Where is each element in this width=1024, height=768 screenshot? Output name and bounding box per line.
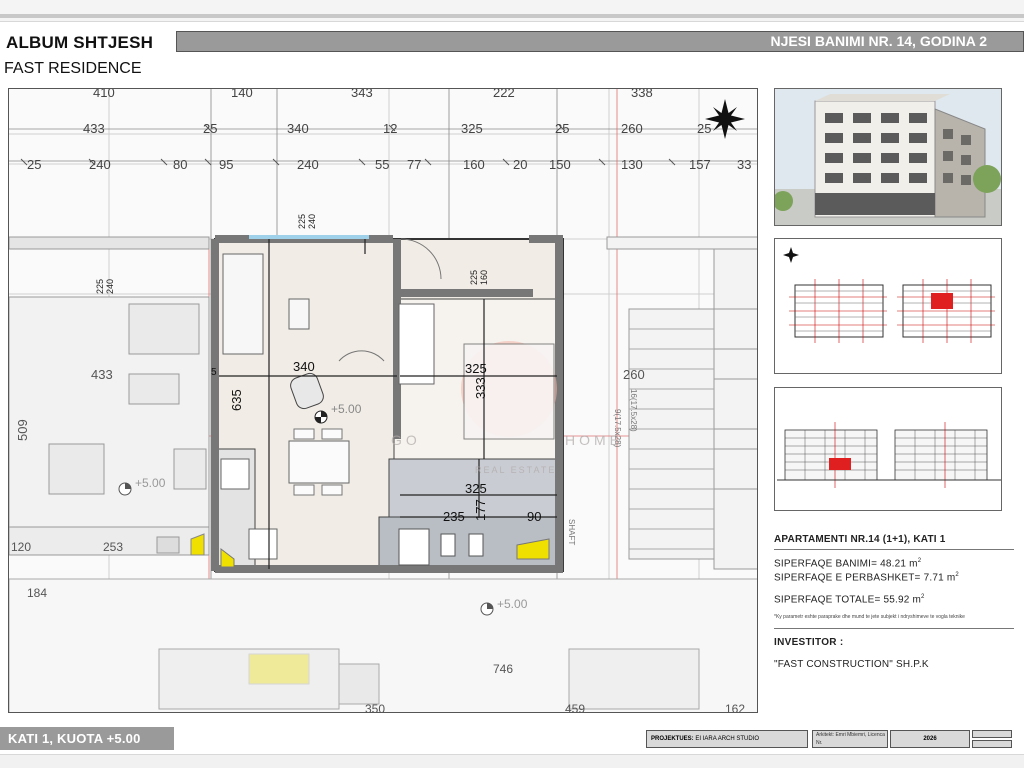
dim-row3-6: 77 — [407, 157, 421, 172]
dim-325-a: 325 — [465, 361, 487, 376]
svg-text:+5.00: +5.00 — [497, 597, 528, 611]
floor-level-label: KATI 1, KUOTA +5.00 — [0, 727, 174, 750]
floor-plan-drawing[interactable]: 410 140 343 222 338 433 25 340 12 325 25… — [8, 88, 758, 713]
dim-row3-11: 157 — [689, 157, 711, 172]
dim-333: 333 — [473, 377, 488, 399]
dim-row3-10: 130 — [621, 157, 643, 172]
dim-row3-5: 55 — [375, 157, 389, 172]
watermark-go: GO — [391, 432, 421, 448]
dim-row3-3: 95 — [219, 157, 233, 172]
area-common-value: 7.71 m — [923, 572, 956, 584]
dim-row2-7: 25 — [697, 121, 711, 136]
dim-row3-7: 160 — [463, 157, 485, 172]
dim-90: 90 — [527, 509, 541, 524]
dim-177: 177 — [473, 499, 488, 521]
dim-row3-2: 80 — [173, 157, 187, 172]
building-render-image — [774, 88, 1002, 226]
dim-350: 350 — [365, 702, 385, 713]
dim-235: 235 — [443, 509, 465, 524]
divider — [774, 549, 1014, 550]
dim-row3-12: 33 — [737, 157, 751, 172]
dim-row2-2: 340 — [287, 121, 309, 136]
project-label: PROJEKTUES: — [651, 736, 694, 742]
dim-row1-1: 140 — [231, 89, 253, 100]
year-cell: 2026 — [890, 730, 970, 748]
divider — [774, 627, 1014, 629]
dim-240-225-top-b: 225 — [297, 214, 307, 229]
north-arrow-icon — [783, 247, 799, 263]
dim-746: 746 — [493, 662, 513, 676]
area-note: *Ky parametr eshte paraprake dhe mund te… — [774, 613, 965, 620]
album-subtitle: FAST RESIDENCE — [4, 60, 142, 77]
unit-section-highlight — [829, 458, 851, 470]
unit-14-floorplan — [211, 235, 564, 573]
dim-340: 340 — [293, 359, 315, 374]
album-title: ALBUM SHTJESH — [6, 33, 154, 52]
sheet-cell-top — [972, 730, 1012, 738]
dim-row2-6: 260 — [621, 121, 643, 136]
dim-184: 184 — [27, 586, 47, 600]
dim-row3-9: 150 — [549, 157, 571, 172]
dim-162: 162 — [725, 702, 745, 713]
investor-value: "FAST CONSTRUCTION" SH.P.K — [774, 658, 929, 670]
watermark-home: HOME — [565, 432, 623, 448]
dim-459: 459 — [565, 702, 585, 713]
dim-row3-0: 25 — [27, 157, 41, 172]
bottom-strip — [0, 754, 1024, 768]
stair-note-2: 16(17.5x28) — [629, 389, 638, 432]
dim-row1-2: 343 — [351, 89, 373, 100]
dim-row1-0: 410 — [93, 89, 115, 100]
dim-160-225-b: 225 — [469, 270, 479, 285]
dim-240-225-left-a: 240 — [105, 279, 115, 294]
top-toolbar-strip — [0, 0, 1024, 22]
stamp-cell: Arkitekt: Emri Mbiemri, Licenca Nr. — [812, 730, 888, 748]
dim-row2-1: 25 — [203, 121, 217, 136]
area-living-value: 48.21 m — [880, 558, 918, 570]
watermark-real-estate: REAL ESTATE — [475, 465, 556, 475]
svg-text:+5.00: +5.00 — [331, 402, 362, 416]
dim-row2-4: 325 — [461, 121, 483, 136]
project-designer-cell: PROJEKTUES: EI IARA ARCH STUDIO — [646, 730, 808, 748]
unit-highlight — [931, 293, 953, 309]
dim-5: 5 — [211, 367, 217, 378]
dim-row1-4: 338 — [631, 89, 653, 100]
svg-text:+5.00: +5.00 — [135, 476, 166, 490]
dim-635: 635 — [229, 389, 244, 411]
dim-row3-1: 240 — [89, 157, 111, 172]
dim-row3-4: 240 — [297, 157, 319, 172]
shaft-label: SHAFT — [567, 519, 576, 545]
area-total-row: SIPERFAQE TOTALE= 55.92 m2 — [774, 593, 925, 605]
area-living-label: SIPERFAQE BANIMI= — [774, 558, 878, 570]
area-total-value: 55.92 m — [883, 593, 922, 605]
area-living-row: SIPERFAQE BANIMI= 48.21 m2 — [774, 558, 922, 570]
key-plan-image — [774, 238, 1002, 374]
dim-row3-8: 20 — [513, 157, 527, 172]
dim-160-225-a: 160 — [479, 270, 489, 285]
dim-253: 253 — [103, 540, 123, 554]
dim-row1-3: 222 — [493, 89, 515, 100]
apartment-title: APARTAMENTI NR.14 (1+1), KATI 1 — [774, 534, 946, 545]
dim-433: 433 — [91, 367, 113, 382]
dim-240-225-left-b: 225 — [95, 279, 105, 294]
area-common-label: SIPERFAQE E PERBASHKET= — [774, 572, 921, 584]
dim-row2-0: 433 — [83, 121, 105, 136]
dim-325-b: 325 — [465, 481, 487, 496]
project-value: EI IARA ARCH STUDIO — [695, 736, 760, 742]
area-total-label: SIPERFAQE TOTALE= — [774, 593, 881, 605]
dim-260: 260 — [623, 367, 645, 382]
dim-120: 120 — [11, 540, 31, 554]
unit-title-banner: NJESI BANIMI NR. 14, GODINA 2 — [176, 31, 1024, 52]
plan-sheet: ALBUM SHTJESH FAST RESIDENCE NJESI BANIM… — [0, 0, 1024, 768]
dim-row2-3: 12 — [383, 121, 397, 136]
sheet-cell-bottom — [972, 740, 1012, 748]
building-section-image — [774, 387, 1002, 511]
dim-240-225-top-a: 240 — [307, 214, 317, 229]
area-common-row: SIPERFAQE E PERBASHKET= 7.71 m2 — [774, 572, 959, 584]
apartment-info-panel: APARTAMENTI NR.14 (1+1), KATI 1 SIPERFAQ… — [774, 534, 1014, 670]
dim-509: 509 — [15, 419, 30, 441]
investor-label: INVESTITOR : — [774, 636, 844, 648]
